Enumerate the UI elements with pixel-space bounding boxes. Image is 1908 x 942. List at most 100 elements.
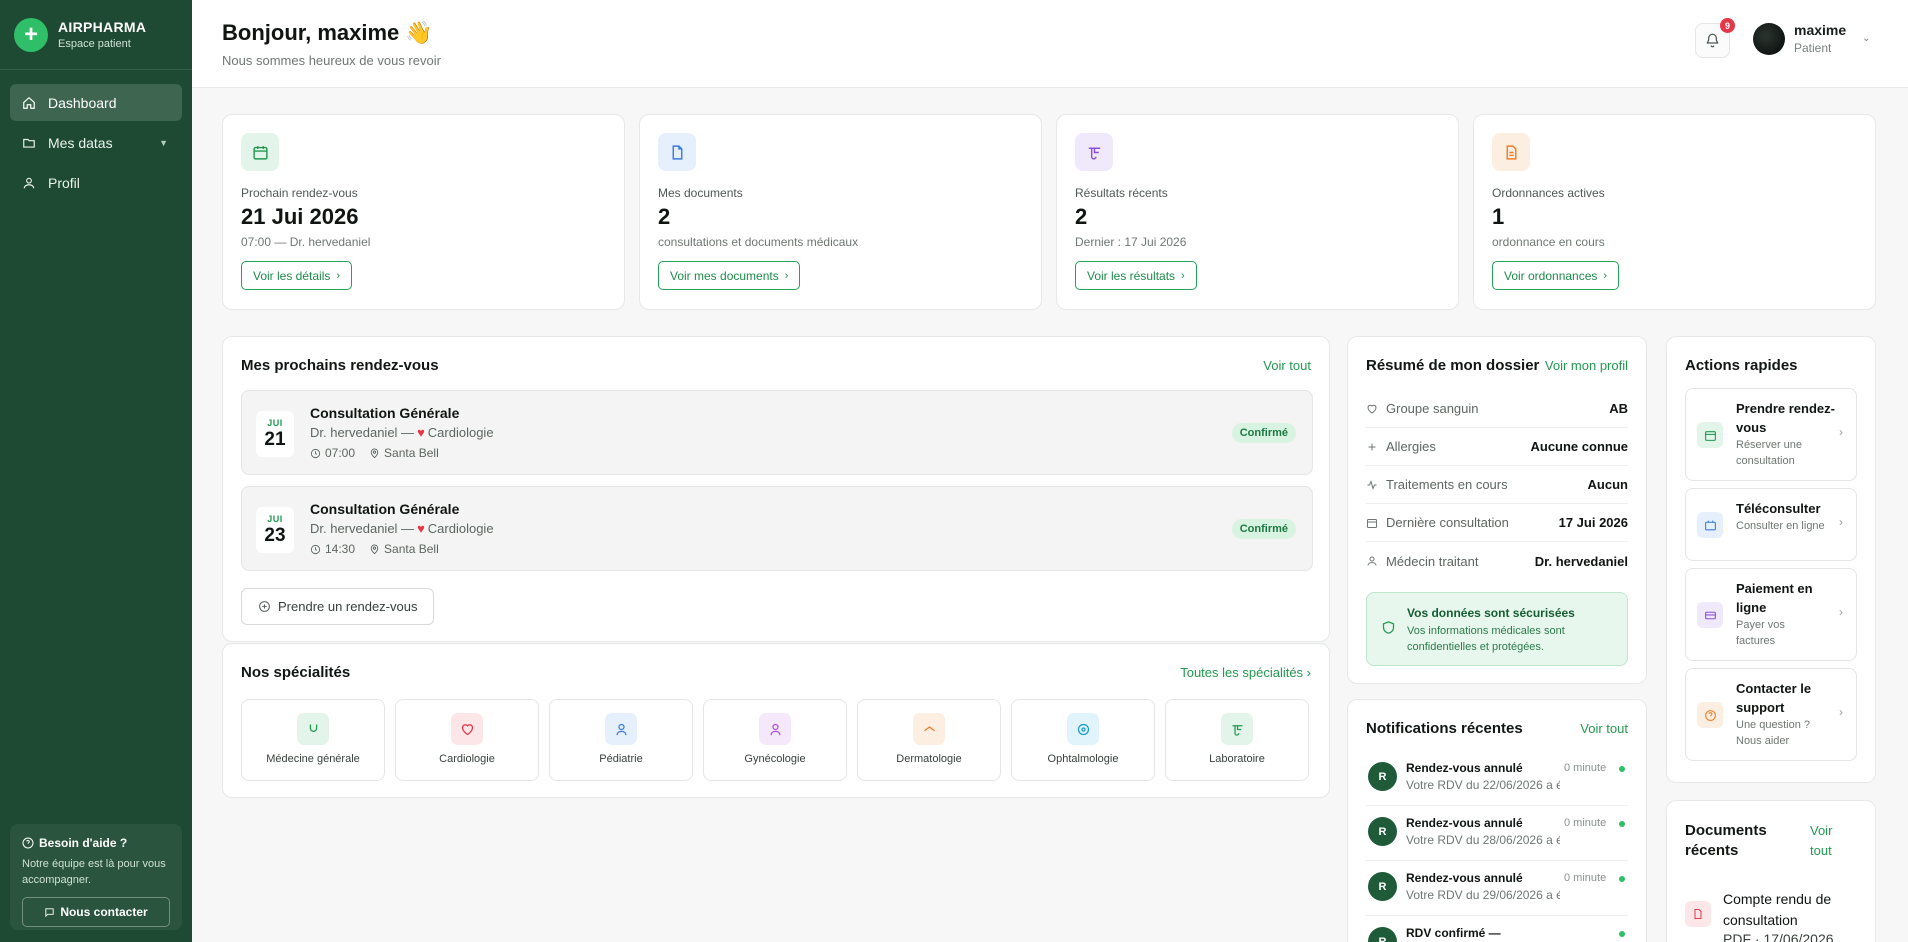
user-menu[interactable]: maxime Patient ⌄ xyxy=(1753,22,1871,55)
stat-card-documents: Mes documents 2 consultations et documen… xyxy=(639,114,1042,310)
section-title: Actions rapides xyxy=(1685,357,1798,374)
button-label: Voir mes documents xyxy=(670,268,779,283)
chevron-right-icon: › xyxy=(1839,515,1843,529)
quick-action-sub: Payer vos factures xyxy=(1736,619,1785,647)
sidebar-item-dashboard[interactable]: Dashboard xyxy=(10,84,182,121)
quick-action-sub: Consulter en ligne xyxy=(1736,520,1825,532)
notification-title: RDV confirmé — xyxy=(1406,926,1501,940)
appointment-month: JUI xyxy=(267,418,283,428)
dossier-value: Aucune connue xyxy=(1530,439,1628,454)
heart-icon xyxy=(451,713,483,745)
chevron-right-icon: › xyxy=(1839,705,1843,719)
specialty-card[interactable]: Laboratoire xyxy=(1165,699,1309,781)
plus-logo-icon: + xyxy=(14,17,48,52)
unread-dot xyxy=(1619,876,1625,882)
appointment-meta: 14:30 Santa Bell xyxy=(310,542,439,556)
book-appointment-button[interactable]: Prendre un rendez-vous xyxy=(241,588,435,625)
prescription-icon xyxy=(1492,133,1530,171)
message-icon xyxy=(45,907,54,917)
specialty-card[interactable]: Pédiatrie xyxy=(549,699,693,781)
appointment-item[interactable]: JUI 21 Consultation Générale Dr. herveda… xyxy=(241,390,1313,475)
specialty-card[interactable]: Gynécologie xyxy=(703,699,847,781)
contact-button[interactable]: Nous contacter xyxy=(22,897,170,927)
user-icon xyxy=(1366,555,1380,567)
stat-desc: ordonnance en cours xyxy=(1492,235,1605,249)
view-documents-button[interactable]: Voir mes documents › xyxy=(658,261,801,290)
chevron-right-icon: › xyxy=(1603,269,1608,282)
see-all-link[interactable]: Voir tout xyxy=(1263,358,1311,373)
shield-icon xyxy=(1382,621,1395,634)
sidebar-item-mes-datas[interactable]: Mes datas ▼ xyxy=(10,124,182,161)
video-icon xyxy=(1697,512,1723,538)
brand[interactable]: + AIRPHARMA Espace patient xyxy=(0,0,192,70)
date-box: JUI 23 xyxy=(256,507,294,553)
stat-desc: consultations et documents médicaux xyxy=(658,235,859,249)
appointment-specialty: Cardiologie xyxy=(427,425,494,440)
button-label: Prendre un rendez-vous xyxy=(278,599,418,614)
view-profile-link[interactable]: Voir mon profil xyxy=(1545,358,1628,373)
help-text: Notre équipe est là pour vous accompagne… xyxy=(22,858,166,886)
all-specialties-link[interactable]: Toutes les spécialités › xyxy=(1180,665,1311,680)
appointment-doctor: Dr. hervedaniel — xyxy=(310,425,415,440)
specialty-label: Médecine générale xyxy=(266,753,360,765)
sidebar-item-label: Mes datas xyxy=(48,134,113,151)
notification-time: 0 minute xyxy=(1564,817,1607,829)
specialty-card[interactable]: Médecine générale xyxy=(241,699,385,781)
dossier-value: AB xyxy=(1609,401,1628,416)
help-icon xyxy=(22,837,34,849)
notification-avatar: R xyxy=(1368,927,1397,942)
child-icon xyxy=(605,713,637,745)
specialty-card[interactable]: Ophtalmologie xyxy=(1011,699,1155,781)
notification-title: Rendez-vous annulé xyxy=(1406,761,1523,775)
notification-item[interactable]: R Rendez-vous annulé Votre RDV du 29/06/… xyxy=(1366,861,1628,916)
stat-card-prescriptions: Ordonnances actives 1 ordonnance en cour… xyxy=(1473,114,1876,310)
quick-action-support[interactable]: Contacter le support Une question ? Nous… xyxy=(1685,668,1857,761)
dossier-label: Groupe sanguin xyxy=(1386,401,1479,416)
dossier-value: 17 Jui 2026 xyxy=(1558,515,1628,530)
calendar-icon xyxy=(1697,422,1723,448)
appointment-time: 14:30 xyxy=(325,542,356,556)
quick-action-sub: Une question ? Nous aider xyxy=(1736,719,1810,747)
view-prescriptions-button[interactable]: Voir ordonnances › xyxy=(1492,261,1620,290)
quick-action-teleconsult[interactable]: Téléconsulter Consulter en ligne › xyxy=(1685,488,1857,561)
notification-item[interactable]: R Rendez-vous annulé Votre RDV du 22/06/… xyxy=(1366,751,1628,806)
appointments-card: Mes prochains rendez-vous Voir tout JUI … xyxy=(222,336,1330,642)
specialty-card[interactable]: Cardiologie xyxy=(395,699,539,781)
see-all-documents-link[interactable]: Voir tout xyxy=(1810,821,1850,861)
recent-documents-card: Documents récents Voir tout Compte rendu… xyxy=(1666,800,1876,942)
notification-title: Rendez-vous annulé xyxy=(1406,871,1523,885)
quick-action-title: Contacter le support xyxy=(1736,681,1812,715)
specialty-card[interactable]: Dermatologie xyxy=(857,699,1001,781)
sidebar-item-profil[interactable]: Profil xyxy=(10,164,182,201)
user-name: maxime xyxy=(1794,22,1847,38)
plus-circle-icon xyxy=(259,601,270,612)
sidebar-item-label: Profil xyxy=(48,174,80,191)
appointment-meta: 07:00 Santa Bell xyxy=(310,446,439,460)
unread-dot xyxy=(1619,931,1625,937)
page-title: Bonjour, maxime 👋 xyxy=(222,20,433,45)
notifications-button[interactable]: 9 xyxy=(1695,18,1735,58)
page-subtitle: Nous sommes heureux de vous revoir xyxy=(222,53,441,68)
recent-document-item[interactable]: Compte rendu de consultation PDF · 17/06… xyxy=(1685,889,1859,942)
quick-action-payment[interactable]: Paiement en ligne Payer vos factures › xyxy=(1685,568,1857,661)
calendar-icon xyxy=(241,133,279,171)
document-icon xyxy=(658,133,696,171)
stat-value: 1 xyxy=(1492,204,1505,229)
lab-icon xyxy=(1221,713,1253,745)
clock-icon xyxy=(310,448,321,458)
specialty-label: Ophtalmologie xyxy=(1047,753,1119,765)
notification-text: Votre RDV du 22/06/2026 a été annulé xyxy=(1406,778,1560,792)
see-all-notifications-link[interactable]: Voir tout xyxy=(1580,721,1628,736)
contact-button-label: Nous contacter xyxy=(60,905,148,919)
quick-action-book[interactable]: Prendre rendez-vous Réserver une consult… xyxy=(1685,388,1857,481)
view-results-button[interactable]: Voir les résultats › xyxy=(1075,261,1197,290)
specialty-label: Cardiologie xyxy=(439,753,495,765)
appointment-doctor-row: Dr. hervedaniel — ♥ Cardiologie xyxy=(310,425,494,440)
notification-item[interactable]: R Rendez-vous annulé Votre RDV du 28/06/… xyxy=(1366,806,1628,861)
notification-item[interactable]: R RDV confirmé — xyxy=(1366,916,1628,942)
location-icon xyxy=(370,544,379,554)
sidebar-nav: Dashboard Mes datas ▼ Profil xyxy=(0,70,192,218)
appointment-item[interactable]: JUI 23 Consultation Générale Dr. herveda… xyxy=(241,486,1313,571)
female-icon xyxy=(759,713,791,745)
view-details-button[interactable]: Voir les détails › xyxy=(241,261,353,290)
